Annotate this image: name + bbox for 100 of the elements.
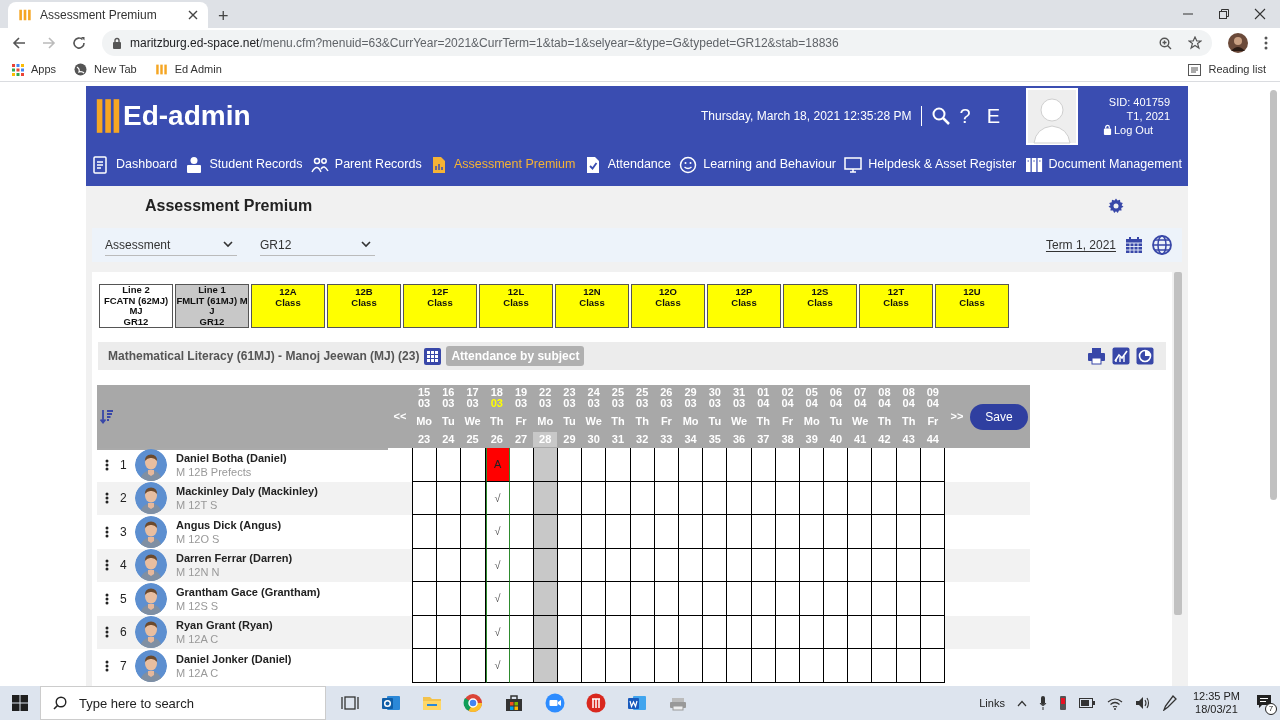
student-name[interactable]: Grantham Gace (Grantham) bbox=[176, 584, 321, 599]
attendance-cell[interactable] bbox=[461, 515, 486, 549]
attendance-cell[interactable] bbox=[606, 548, 631, 582]
scrollbar-thumb[interactable] bbox=[1174, 272, 1182, 615]
attendance-cell[interactable] bbox=[896, 448, 921, 482]
attendance-cell[interactable] bbox=[896, 515, 921, 549]
new-tab-button[interactable]: + bbox=[218, 7, 229, 25]
attendance-cell[interactable] bbox=[437, 515, 462, 549]
attendance-cell[interactable] bbox=[413, 615, 438, 649]
bookmark-link[interactable]: Ed Admin bbox=[174, 61, 222, 78]
nav-item[interactable]: Learning and Behaviour bbox=[679, 155, 836, 174]
attendance-cell[interactable] bbox=[872, 548, 897, 582]
attendance-cell[interactable] bbox=[848, 448, 873, 482]
attendance-cell[interactable] bbox=[558, 515, 583, 549]
attendance-cell[interactable] bbox=[872, 615, 897, 649]
logout-link[interactable]: Log Out bbox=[1113, 122, 1154, 137]
browser-icon[interactable] bbox=[462, 693, 483, 713]
attendance-cell[interactable] bbox=[582, 582, 607, 616]
attendance-cell[interactable] bbox=[582, 649, 607, 683]
microphone-icon[interactable] bbox=[1038, 696, 1047, 710]
attendance-cell[interactable] bbox=[509, 515, 534, 549]
attendance-cell[interactable] bbox=[606, 615, 631, 649]
attendance-cell[interactable] bbox=[775, 448, 800, 482]
attendance-cell[interactable] bbox=[606, 448, 631, 482]
attendance-cell[interactable] bbox=[413, 582, 438, 616]
attendance-cell[interactable] bbox=[775, 515, 800, 549]
e-button[interactable]: E bbox=[986, 100, 1000, 131]
maximize-icon[interactable] bbox=[1218, 8, 1230, 20]
attendance-cell[interactable] bbox=[413, 548, 438, 582]
attendance-cell[interactable] bbox=[727, 582, 752, 616]
browser-tab[interactable]: Assessment Premium bbox=[8, 2, 208, 28]
attendance-cell[interactable] bbox=[582, 615, 607, 649]
attendance-cell[interactable] bbox=[727, 615, 752, 649]
class-tile[interactable]: 12B Class bbox=[327, 284, 401, 328]
bookmark-link[interactable]: Apps bbox=[31, 61, 57, 78]
attendance-cell[interactable] bbox=[630, 582, 655, 616]
attendance-cell[interactable] bbox=[799, 582, 825, 616]
attendance-cell[interactable] bbox=[799, 649, 825, 683]
class-tile[interactable]: 12A Class bbox=[251, 284, 325, 328]
toolbar-label[interactable]: Links bbox=[979, 694, 1005, 712]
attendance-cell[interactable] bbox=[461, 448, 486, 482]
attendance-cell[interactable] bbox=[558, 615, 583, 649]
close-icon[interactable] bbox=[188, 10, 198, 20]
class-tile[interactable]: 12F Class bbox=[403, 284, 477, 328]
attendance-cell[interactable] bbox=[727, 481, 752, 515]
attendance-cell[interactable] bbox=[606, 649, 631, 683]
attendance-cell[interactable] bbox=[848, 515, 873, 549]
attendance-cell[interactable] bbox=[751, 448, 776, 482]
more-icon[interactable] bbox=[105, 559, 109, 572]
attendance-cell[interactable]: √ bbox=[485, 582, 510, 616]
student-name[interactable]: Daniel Botha (Daniel) bbox=[176, 450, 287, 465]
task-view-icon[interactable] bbox=[339, 693, 360, 713]
nav-item[interactable]: Helpdesk & Asset Register bbox=[844, 155, 1017, 174]
attendance-cell[interactable] bbox=[703, 548, 728, 582]
attendance-cell[interactable] bbox=[727, 448, 752, 482]
attendance-cell[interactable] bbox=[558, 649, 583, 683]
attendance-cell[interactable] bbox=[703, 515, 728, 549]
attendance-cell[interactable] bbox=[896, 649, 921, 683]
speaker-icon[interactable] bbox=[1134, 696, 1151, 710]
attendance-cell[interactable] bbox=[606, 515, 631, 549]
attendance-cell[interactable] bbox=[751, 582, 776, 616]
attendance-cell[interactable] bbox=[727, 548, 752, 582]
attendance-cell[interactable] bbox=[630, 448, 655, 482]
search-field[interactable]: Type here to search bbox=[40, 686, 326, 720]
class-tile[interactable]: 12T Class bbox=[859, 284, 933, 328]
bookmark-link[interactable]: New Tab bbox=[94, 61, 137, 78]
attendance-cell[interactable] bbox=[558, 448, 583, 482]
attendance-cell[interactable] bbox=[413, 515, 438, 549]
settings-icon[interactable] bbox=[1108, 198, 1124, 214]
attendance-cell[interactable] bbox=[703, 615, 728, 649]
attendance-cell[interactable] bbox=[751, 515, 776, 549]
attendance-cell[interactable] bbox=[437, 582, 462, 616]
more-icon[interactable] bbox=[105, 458, 109, 471]
attendance-cell[interactable]: A bbox=[485, 448, 510, 482]
attendance-cell[interactable] bbox=[461, 548, 486, 582]
attendance-cell[interactable] bbox=[413, 481, 438, 515]
close-icon[interactable] bbox=[1254, 8, 1266, 20]
caret-icon[interactable] bbox=[1016, 699, 1027, 707]
chart-icon[interactable] bbox=[1112, 347, 1130, 365]
attendance-cell[interactable] bbox=[824, 582, 849, 616]
attendance-cell[interactable] bbox=[630, 649, 655, 683]
attendance-cell[interactable] bbox=[679, 649, 704, 683]
search-icon[interactable] bbox=[931, 106, 950, 125]
profile-icon[interactable] bbox=[1228, 33, 1248, 53]
battery-icon[interactable] bbox=[1078, 698, 1095, 708]
more-icon[interactable] bbox=[105, 525, 109, 538]
class-tile[interactable]: 12O Class bbox=[631, 284, 705, 328]
save-button[interactable]: Save bbox=[970, 403, 1028, 430]
app-icon[interactable] bbox=[585, 693, 606, 713]
attendance-cell[interactable] bbox=[630, 515, 655, 549]
attendance-cell[interactable] bbox=[558, 582, 583, 616]
attendance-cell[interactable] bbox=[703, 649, 728, 683]
more-icon[interactable] bbox=[105, 626, 109, 639]
attendance-cell[interactable] bbox=[533, 582, 559, 616]
attendance-cell[interactable] bbox=[775, 649, 800, 683]
wifi-icon[interactable] bbox=[1106, 696, 1123, 710]
attendance-cell[interactable] bbox=[413, 649, 438, 683]
nav-item[interactable]: Dashboard bbox=[92, 155, 178, 174]
attendance-cell[interactable] bbox=[679, 582, 704, 616]
sort-icon[interactable] bbox=[100, 409, 114, 424]
